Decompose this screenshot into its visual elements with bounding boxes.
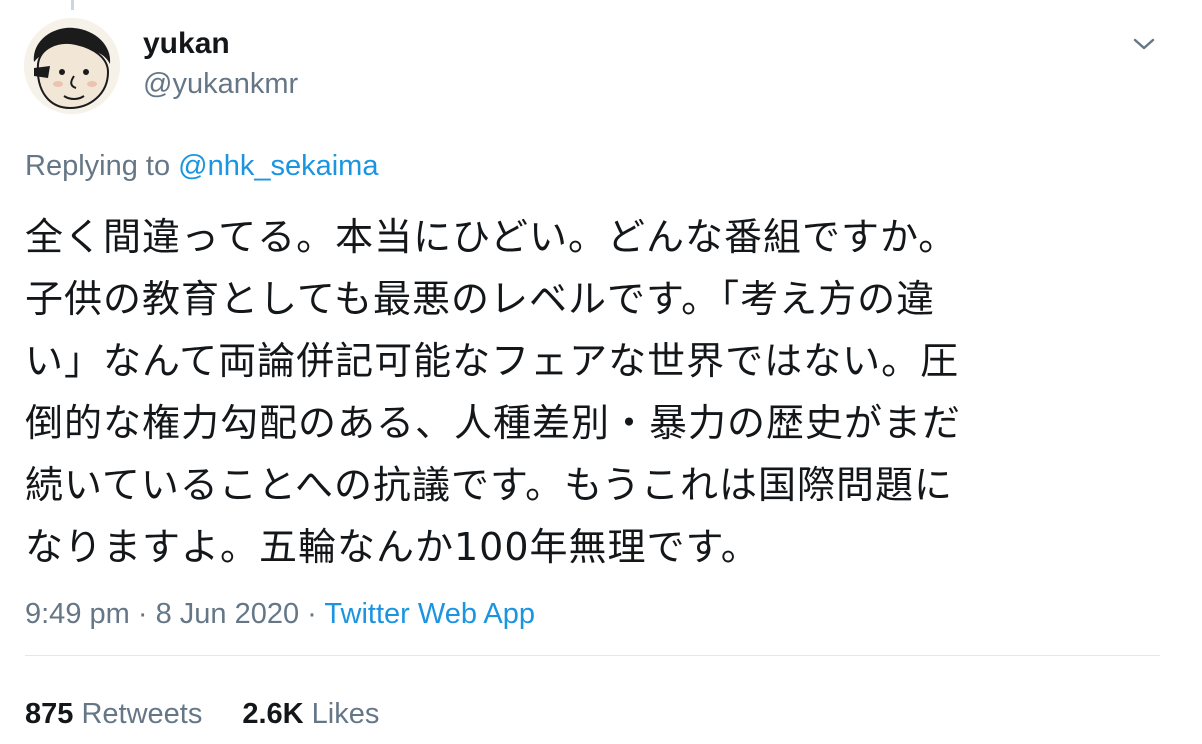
tweet-meta: 9:49 pm · 8 Jun 2020 · Twitter Web App <box>25 594 535 634</box>
tweet-text: 全く間違ってる。本当にひどい。どんな番組ですか。 子供の教育としても最悪のレベル… <box>25 215 962 569</box>
likes-label: Likes <box>311 698 380 730</box>
replying-to-line: Replying to @nhk_sekaima <box>25 146 378 186</box>
chevron-down-icon <box>1133 38 1155 50</box>
tweet-source-link[interactable]: Twitter Web App <box>324 598 535 630</box>
tweet-date[interactable]: 8 Jun 2020 <box>156 598 300 630</box>
replying-to-label: Replying to <box>25 150 171 182</box>
retweets-count: 875 <box>25 698 74 730</box>
meta-separator: · <box>137 598 148 630</box>
divider <box>25 655 1160 656</box>
user-handle[interactable]: @yukankmr <box>143 66 298 102</box>
avatar-illustration <box>24 18 120 114</box>
tweet-stats: 875 Retweets 2.6K Likes <box>25 694 379 734</box>
user-name[interactable]: yukan <box>143 26 230 62</box>
thread-connector-line <box>71 0 74 10</box>
more-options-button[interactable] <box>1124 24 1164 64</box>
retweets-label: Retweets <box>81 698 203 730</box>
likes-stat[interactable]: 2.6K Likes <box>242 694 379 734</box>
reply-mention-link[interactable]: @nhk_sekaima <box>178 150 378 182</box>
meta-separator: · <box>307 598 317 630</box>
avatar[interactable] <box>24 18 120 114</box>
likes-count: 2.6K <box>242 698 304 730</box>
retweets-stat[interactable]: 875 Retweets <box>25 694 202 734</box>
tweet-time[interactable]: 9:49 pm <box>25 598 130 630</box>
